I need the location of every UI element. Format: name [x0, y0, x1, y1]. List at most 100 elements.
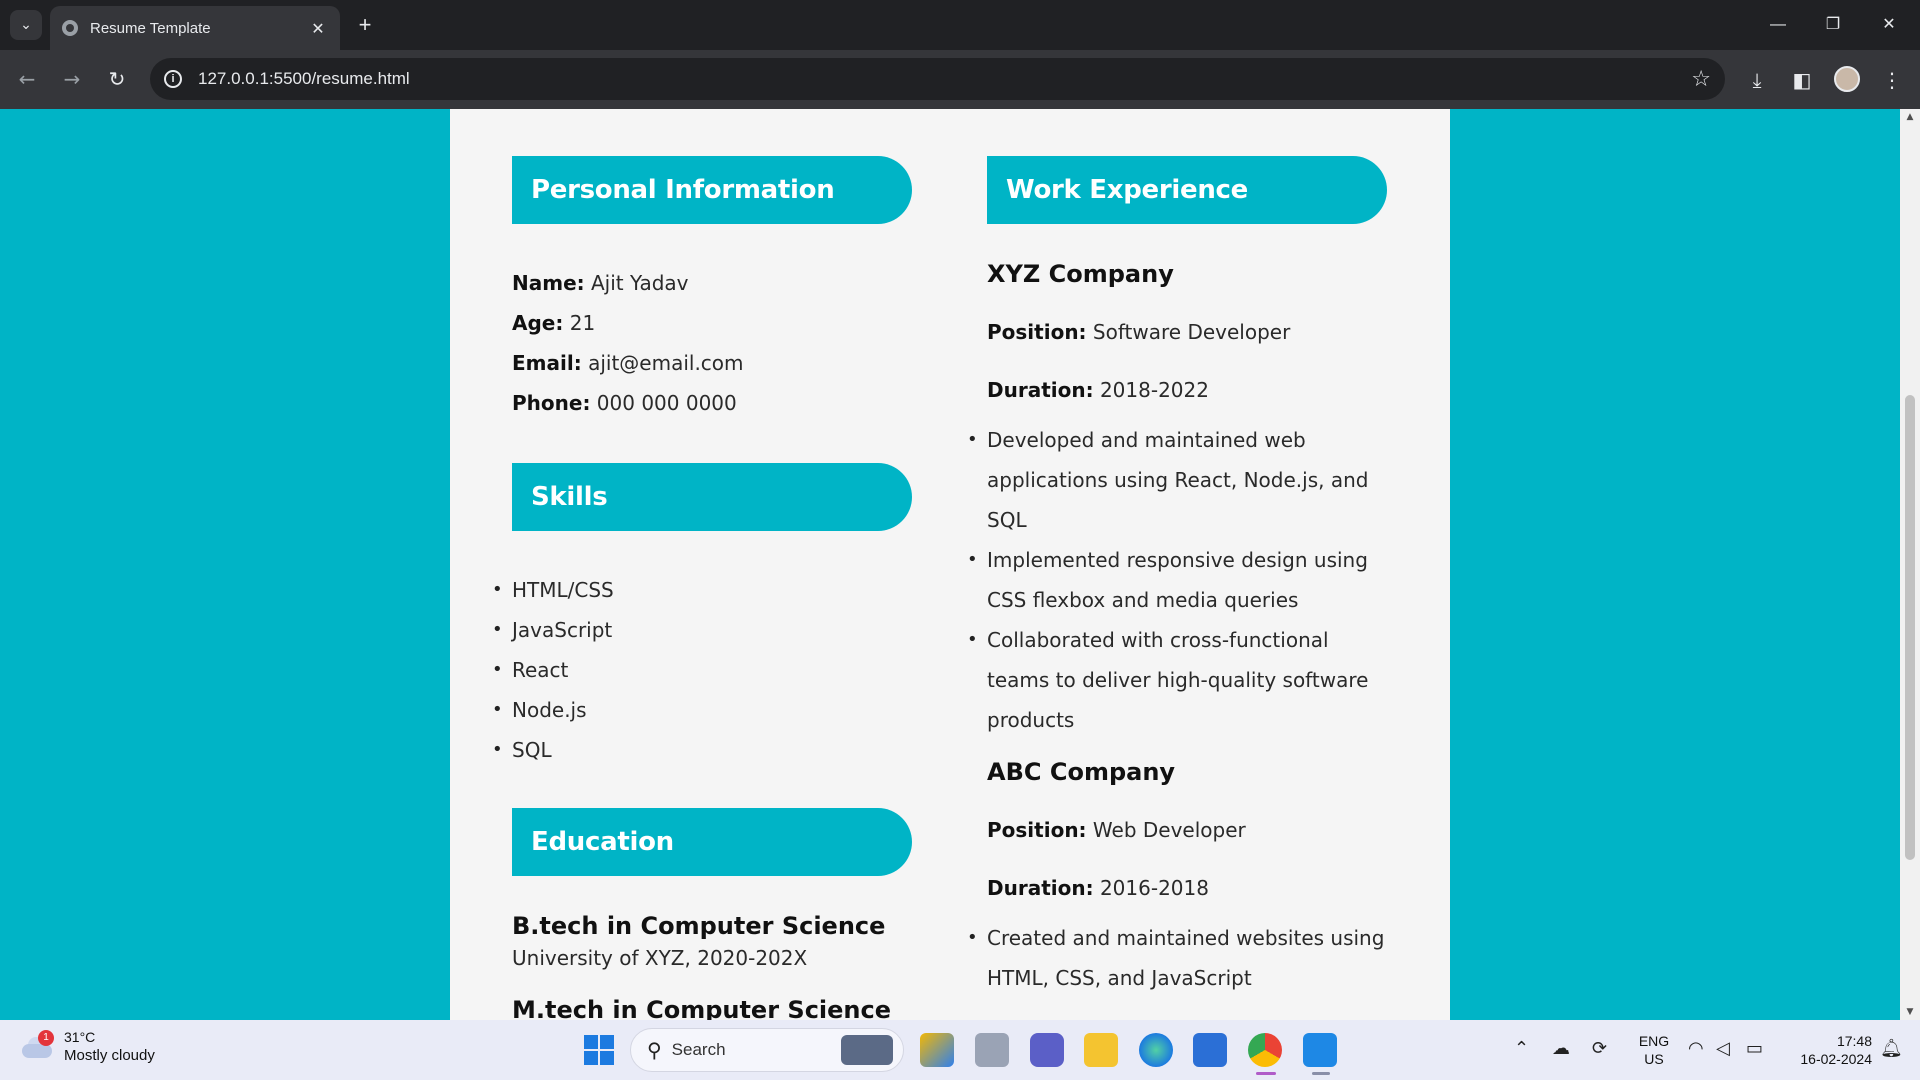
- edge-browser-icon[interactable]: [1139, 1033, 1173, 1067]
- chrome-active-indicator: [1256, 1072, 1276, 1075]
- weather-badge: 1: [38, 1030, 54, 1046]
- battery-icon[interactable]: ▭: [1746, 1038, 1763, 1059]
- language-indicator[interactable]: ENG US: [1634, 1032, 1674, 1068]
- education-school: University of XYZ, 2020-202X: [512, 946, 808, 970]
- weather-temperature: 31°C: [64, 1029, 96, 1045]
- tab-close-icon[interactable]: ✕: [308, 19, 328, 38]
- browser-toolbar: ← → ↻ i 127.0.0.1:5500/resume.html ☆ ⤓ ◧…: [0, 50, 1920, 109]
- right-column: Work Experience XYZ Company Position: So…: [967, 109, 1387, 998]
- notification-bell-icon[interactable]: 🔔︎: [1880, 1038, 1903, 1059]
- language-code: ENG: [1638, 1033, 1670, 1049]
- position-label: Position:: [987, 818, 1087, 842]
- scrollbar-thumb[interactable]: [1905, 395, 1915, 860]
- scroll-up-arrow-icon[interactable]: ▲: [1900, 109, 1920, 125]
- bookmark-star-icon[interactable]: ☆: [1691, 67, 1711, 92]
- duration-line: Duration: 2016-2018: [987, 872, 1387, 904]
- skill-item: SQL: [492, 730, 912, 770]
- duration-value: 2018-2022: [1093, 378, 1209, 402]
- chrome-app-icon[interactable]: [1248, 1033, 1282, 1067]
- search-label: Search: [671, 1040, 726, 1059]
- clock-time: 17:48: [1836, 1033, 1872, 1049]
- chevron-up-icon[interactable]: ⌃: [1514, 1038, 1529, 1059]
- skills-list: HTML/CSS JavaScript React Node.js SQL: [492, 570, 912, 770]
- job-bullets: Developed and maintained web application…: [967, 420, 1387, 740]
- phone-line: Phone: 000 000 0000: [512, 383, 912, 423]
- name-line: Name: Ajit Yadav: [512, 263, 912, 303]
- skill-item: Node.js: [492, 690, 912, 730]
- minimize-button[interactable]: —: [1755, 8, 1801, 42]
- resume-container: Personal Information Name: Ajit Yadav Ag…: [450, 109, 1450, 1020]
- company-name: XYZ Company: [987, 260, 1174, 288]
- volume-icon[interactable]: ◁: [1716, 1038, 1730, 1059]
- browser-tab-bar: ⌄ Resume Template ✕ + — ❐ ✕: [0, 0, 1920, 50]
- education-heading: Education: [512, 808, 912, 876]
- company-name: ABC Company: [987, 758, 1176, 786]
- search-highlight-image: [841, 1035, 893, 1065]
- forward-arrow-icon[interactable]: →: [57, 64, 87, 94]
- duration-value: 2016-2018: [1093, 876, 1209, 900]
- position-line: Position: Web Developer: [987, 814, 1387, 846]
- clock-date: 16-02-2024: [1800, 1051, 1872, 1067]
- windows-start-icon[interactable]: [584, 1035, 614, 1065]
- url-text[interactable]: 127.0.0.1:5500/resume.html: [198, 69, 1691, 89]
- tab-title: Resume Template: [90, 19, 211, 37]
- site-info-icon[interactable]: i: [164, 70, 182, 88]
- address-bar[interactable]: i 127.0.0.1:5500/resume.html ☆: [150, 58, 1725, 100]
- side-panel-icon[interactable]: ◧: [1788, 66, 1816, 94]
- task-view-icon[interactable]: [975, 1033, 1009, 1067]
- download-icon[interactable]: ⤓: [1743, 66, 1771, 94]
- cloud-icon: 1: [20, 1030, 54, 1060]
- back-arrow-icon[interactable]: ←: [12, 64, 42, 94]
- job-bullet: Created and maintained websites using HT…: [967, 918, 1387, 998]
- work-experience-heading: Work Experience: [987, 156, 1387, 224]
- new-tab-button[interactable]: +: [352, 12, 378, 38]
- position-value: Software Developer: [1086, 320, 1291, 344]
- reload-icon[interactable]: ↻: [102, 64, 132, 94]
- page-scrollbar[interactable]: ▲ ▼: [1900, 109, 1920, 1020]
- page-viewport: Personal Information Name: Ajit Yadav Ag…: [0, 109, 1900, 1020]
- sync-icon[interactable]: ⟳: [1592, 1038, 1607, 1059]
- duration-line: Duration: 2018-2022: [987, 374, 1387, 406]
- globe-icon: [62, 20, 78, 36]
- job-bullet: Developed and maintained web application…: [967, 420, 1387, 540]
- education-degree: B.tech in Computer Science: [512, 912, 886, 940]
- phone-value: 000 000 0000: [590, 391, 737, 415]
- scroll-down-arrow-icon[interactable]: ▼: [1900, 1004, 1920, 1020]
- position-label: Position:: [987, 320, 1087, 344]
- close-window-button[interactable]: ✕: [1866, 8, 1912, 42]
- weather-condition: Mostly cloudy: [64, 1047, 155, 1064]
- job-bullet: Implemented responsive design using CSS …: [967, 540, 1387, 620]
- skill-item: JavaScript: [492, 610, 912, 650]
- copilot-app-icon[interactable]: [920, 1033, 954, 1067]
- search-icon: ⚲: [647, 1038, 662, 1062]
- position-value: Web Developer: [1086, 818, 1246, 842]
- file-explorer-icon[interactable]: [1084, 1033, 1118, 1067]
- profile-avatar[interactable]: [1834, 66, 1860, 92]
- taskbar-search[interactable]: ⚲ Search: [630, 1028, 904, 1072]
- teams-app-icon[interactable]: [1030, 1033, 1064, 1067]
- weather-widget[interactable]: 1 31°C Mostly cloudy: [20, 1028, 155, 1066]
- more-menu-icon[interactable]: ⋮: [1878, 66, 1906, 94]
- clock[interactable]: 17:48 16-02-2024: [1782, 1032, 1872, 1068]
- restore-button[interactable]: ❐: [1810, 8, 1856, 42]
- vscode-running-indicator: [1312, 1072, 1330, 1075]
- vscode-app-icon[interactable]: [1303, 1033, 1337, 1067]
- onedrive-cloud-icon[interactable]: ☁: [1552, 1038, 1570, 1059]
- duration-label: Duration:: [987, 378, 1094, 402]
- left-column: Personal Information Name: Ajit Yadav Ag…: [492, 109, 912, 1020]
- browser-tab[interactable]: Resume Template ✕: [50, 6, 340, 50]
- wifi-icon[interactable]: ◠: [1688, 1038, 1704, 1059]
- phone-label: Phone:: [512, 391, 591, 415]
- microsoft-store-icon[interactable]: [1193, 1033, 1227, 1067]
- email-line: Email: ajit@email.com: [512, 343, 912, 383]
- skill-item: React: [492, 650, 912, 690]
- personal-info-heading: Personal Information: [512, 156, 912, 224]
- skills-heading: Skills: [512, 463, 912, 531]
- age-line: Age: 21: [512, 303, 912, 343]
- position-line: Position: Software Developer: [987, 316, 1387, 348]
- job-bullets: Created and maintained websites using HT…: [967, 918, 1387, 998]
- tab-search-chevron-icon[interactable]: ⌄: [10, 10, 42, 40]
- education-degree: M.tech in Computer Science: [512, 996, 892, 1020]
- name-label: Name:: [512, 271, 585, 295]
- email-label: Email:: [512, 351, 582, 375]
